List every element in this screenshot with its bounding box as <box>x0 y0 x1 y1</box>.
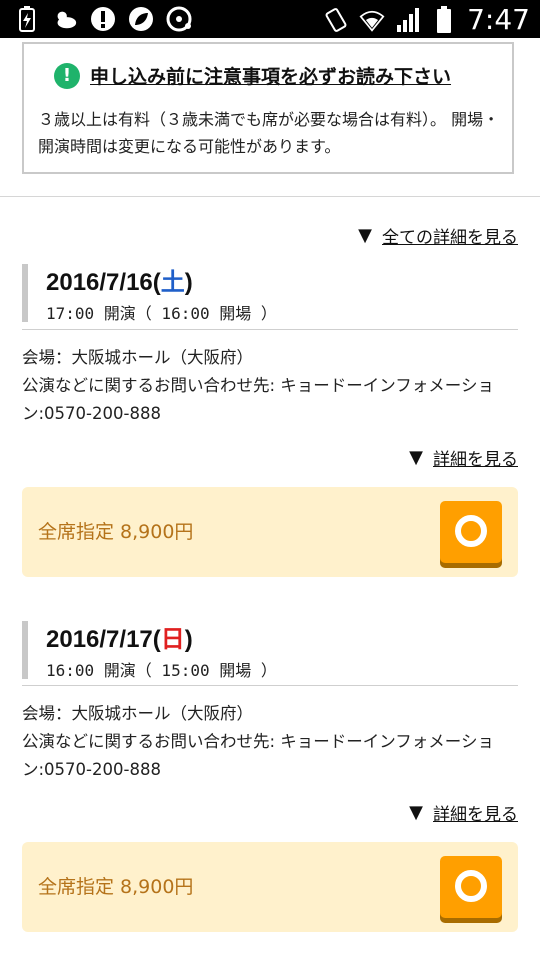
triangle-down-icon: ▼ <box>409 802 423 823</box>
weather-icon <box>52 5 78 33</box>
day-of-week: 土 <box>160 269 185 296</box>
performance-time: 17:00 開演（ 16:00 開場 ） <box>46 304 277 323</box>
vibrate-icon <box>323 6 349 34</box>
divider <box>22 685 518 686</box>
performance-date: 2016/7/16(土) <box>46 269 193 296</box>
seat-option[interactable]: 全席指定 8,900円 <box>22 842 518 932</box>
venue-text: 会場：大阪城ホール（大阪府） <box>22 704 253 723</box>
all-details-link[interactable]: ▼ 全ての詳細を見る <box>358 223 518 248</box>
seat-price-label: 全席指定 8,900円 <box>38 876 194 898</box>
seat-option[interactable]: 全席指定 8,900円 <box>22 487 518 577</box>
battery-charging-icon <box>14 5 40 33</box>
availability-button[interactable] <box>440 856 502 918</box>
notice-title-text[interactable]: 申し込み前に注意事項を必ずお読み下さい <box>90 62 451 89</box>
notice-body: ３歳以上は有料（３歳未満でも席が必要な場合は有料）。 開場・開演時間は変更になる… <box>38 110 500 156</box>
performance-time: 16:00 開演（ 15:00 開場 ） <box>46 661 277 680</box>
performance-info: 会場：大阪城ホール（大阪府） 公演などに関するお問い合わせ先: キョードーインフ… <box>22 700 518 784</box>
battery-icon <box>431 5 457 34</box>
available-circle-icon <box>455 870 487 902</box>
all-details-link-text[interactable]: 全ての詳細を見る <box>382 223 518 248</box>
alert-icon <box>90 5 116 33</box>
signal-icon <box>395 6 421 34</box>
divider <box>22 329 518 330</box>
performance-date: 2016/7/17(日) <box>46 626 193 653</box>
details-link-text[interactable]: 詳細を見る <box>433 445 518 470</box>
status-bar: 7:47 <box>0 0 540 38</box>
header-accent-bar <box>22 621 28 679</box>
performance-header: 2016/7/17(日) 16:00 開演（ 15:00 開場 ） <box>22 621 518 680</box>
contact-text: 公演などに関するお問い合わせ先: キョードーインフォメーション:0570-200… <box>22 376 494 423</box>
clock: 7:47 <box>467 3 530 36</box>
day-of-week: 日 <box>160 626 185 653</box>
leaf-icon <box>128 5 154 33</box>
performance-header: 2016/7/16(土) 17:00 開演（ 16:00 開場 ） <box>22 264 518 323</box>
contact-text: 公演などに関するお問い合わせ先: キョードーインフォメーション:0570-200… <box>22 732 494 779</box>
notice-title[interactable]: ! 申し込み前に注意事項を必ずお読み下さい <box>54 62 451 89</box>
availability-button[interactable] <box>440 501 502 563</box>
details-link[interactable]: ▼ 詳細を見る <box>409 800 518 825</box>
notice-box: ! 申し込み前に注意事項を必ずお読み下さい ３歳以上は有料（３歳未満でも席が必要… <box>22 42 514 174</box>
triangle-down-icon: ▼ <box>409 447 423 468</box>
header-accent-bar <box>22 264 28 322</box>
details-link-text[interactable]: 詳細を見る <box>433 800 518 825</box>
divider <box>0 196 540 197</box>
wifi-icon <box>359 6 385 34</box>
available-circle-icon <box>455 515 487 547</box>
seat-price-label: 全席指定 8,900円 <box>38 521 194 543</box>
details-link[interactable]: ▼ 詳細を見る <box>409 445 518 470</box>
performance-info: 会場：大阪城ホール（大阪府） 公演などに関するお問い合わせ先: キョードーインフ… <box>22 344 518 428</box>
venue-text: 会場：大阪城ホール（大阪府） <box>22 348 253 367</box>
exclamation-icon: ! <box>54 62 80 89</box>
disc-icon <box>166 5 192 33</box>
triangle-down-icon: ▼ <box>358 225 372 246</box>
